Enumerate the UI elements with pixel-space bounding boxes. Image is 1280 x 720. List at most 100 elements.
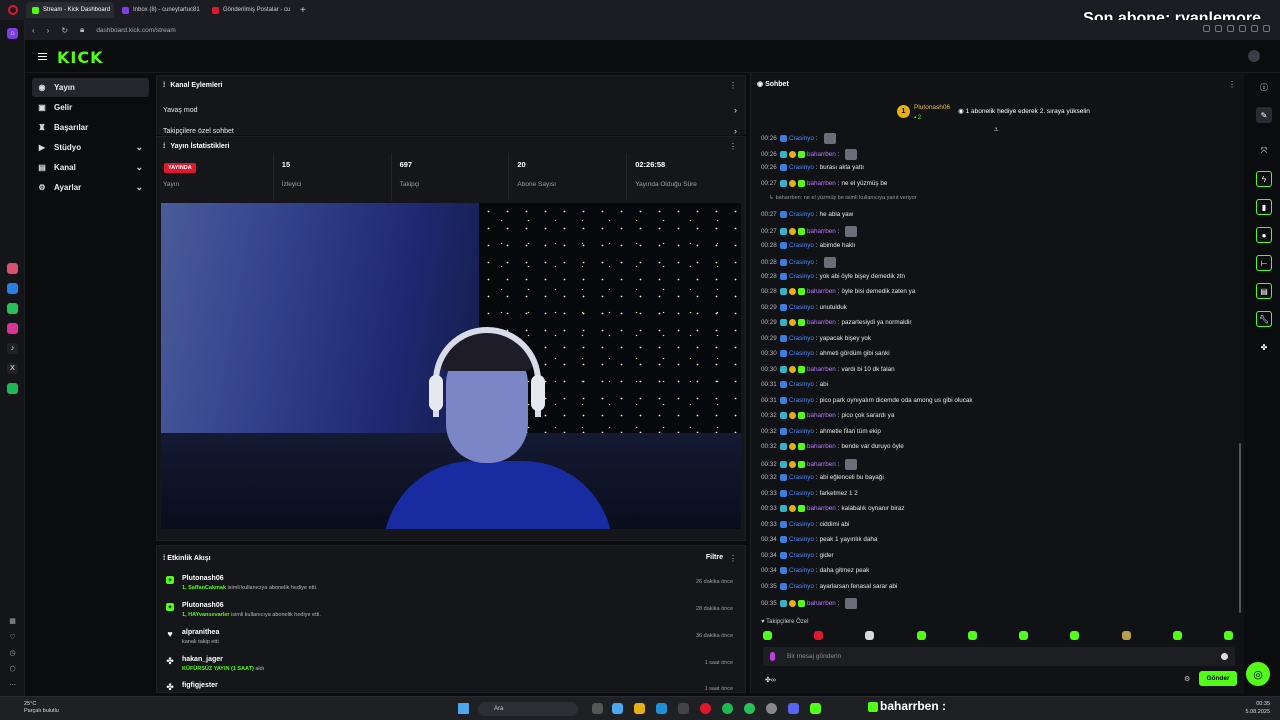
gear-icon[interactable]: ⚙ xyxy=(1184,675,1190,683)
drag-handle-icon[interactable]: ⁞ xyxy=(163,143,165,150)
avatar[interactable] xyxy=(1248,50,1260,62)
instagram-icon[interactable] xyxy=(7,323,18,334)
stream-video-preview[interactable] xyxy=(161,203,741,529)
message-username[interactable]: baharrben xyxy=(807,600,836,607)
emote-icon[interactable] xyxy=(1223,631,1233,640)
sidebar-item-stream[interactable]: ◉ Yayın xyxy=(32,78,149,97)
message-username[interactable]: Crasinyo xyxy=(789,397,814,404)
emote-icon[interactable] xyxy=(1019,631,1029,640)
dumbbell-icon[interactable]: ⊢ xyxy=(1256,255,1272,271)
message-username[interactable]: Crasinyo xyxy=(789,242,814,249)
emote-icon[interactable] xyxy=(1121,631,1131,640)
message-username[interactable]: Crasinyo xyxy=(789,135,814,142)
file-explorer-icon[interactable] xyxy=(634,703,645,714)
sidebar-item-settings[interactable]: ⚙ Ayarlar ⌄ xyxy=(32,178,149,197)
bookmark-icon[interactable] xyxy=(1227,25,1234,32)
drag-handle-icon[interactable]: ⁞ xyxy=(163,82,165,89)
message-username[interactable]: baharrben xyxy=(807,288,836,295)
message-username[interactable]: Crasinyo xyxy=(789,381,814,388)
message-username[interactable]: baharrben xyxy=(807,180,836,187)
chat-fab-button[interactable]: ◎ xyxy=(1246,662,1270,686)
home-icon[interactable]: ⌂ xyxy=(7,28,18,39)
storage-icon[interactable]: ▤ xyxy=(1256,283,1272,299)
message-username[interactable]: baharrben xyxy=(807,151,836,158)
document-icon[interactable]: ▮ xyxy=(1256,199,1272,215)
store-icon[interactable] xyxy=(678,703,689,714)
sidebar-item-studio[interactable]: ▶ Stüdyo ⌄ xyxy=(32,138,149,157)
opera-logo-icon[interactable] xyxy=(8,5,18,15)
browser-tab-kick[interactable]: Stream - Kick Dashboard xyxy=(26,2,114,18)
message-username[interactable]: Crasinyo xyxy=(789,211,814,218)
message-username[interactable]: baharrben xyxy=(807,461,836,468)
slow-mode-row[interactable]: Yavaş mod xyxy=(163,107,198,114)
pinned-leaderboard[interactable]: 1 Plutonash06 ▪ 2 ◉ 1 abonelik hediye ede… xyxy=(897,101,1090,121)
download-icon[interactable] xyxy=(1251,25,1258,32)
reload-icon[interactable]: ↻ xyxy=(61,26,68,35)
info-icon[interactable]: ⓘ xyxy=(1256,79,1272,95)
wrench-icon[interactable]: 🔧︎ xyxy=(1256,311,1272,327)
windows-start-icon[interactable] xyxy=(458,703,469,714)
filter-button[interactable]: Filtre xyxy=(706,554,723,561)
puzzle-icon[interactable]: ✤ xyxy=(1256,339,1272,355)
taskview-icon[interactable] xyxy=(592,703,603,714)
steam-icon[interactable] xyxy=(766,703,777,714)
back-icon[interactable]: ‹ xyxy=(32,26,35,35)
tiktok-icon[interactable]: ♪ xyxy=(7,343,18,354)
x-icon[interactable]: X xyxy=(7,363,18,374)
emote-icon[interactable] xyxy=(763,631,772,640)
more-menu-icon[interactable]: ⋮ xyxy=(729,142,737,151)
taskbar-search[interactable]: Ara xyxy=(478,702,578,716)
message-username[interactable]: Crasinyo xyxy=(789,259,814,266)
more-menu-icon[interactable]: ⋮ xyxy=(729,554,737,563)
send-button[interactable]: Gönder xyxy=(1199,671,1237,686)
message-username[interactable]: Crasinyo xyxy=(789,583,814,590)
message-username[interactable]: Crasinyo xyxy=(789,474,814,481)
emote-icon[interactable] xyxy=(865,631,875,640)
whatsapp-icon[interactable] xyxy=(744,703,755,714)
kick-logo[interactable]: KICK xyxy=(57,48,104,67)
emote-icon[interactable] xyxy=(1070,631,1080,640)
more-menu-icon[interactable]: ⋮ xyxy=(729,81,737,90)
emote-icon[interactable] xyxy=(967,631,977,640)
whatsapp-icon[interactable] xyxy=(7,303,18,314)
aria-icon[interactable] xyxy=(7,263,18,274)
message-username[interactable]: baharrben xyxy=(807,412,836,419)
activity-user[interactable]: Plutonash06 xyxy=(182,602,224,609)
apps-icon[interactable]: ▦ xyxy=(7,615,18,626)
activity-user[interactable]: Plutonash06 xyxy=(182,575,224,582)
edge-icon[interactable] xyxy=(656,703,667,714)
message-username[interactable]: Crasinyo xyxy=(789,536,814,543)
url-field[interactable]: dashboard.kick.com/stream xyxy=(96,27,175,34)
forward-icon[interactable]: › xyxy=(47,26,50,35)
sidebar-item-channel[interactable]: ▤ Kanal ⌄ xyxy=(32,158,149,177)
chat-tools-icon[interactable]: ✤∞ xyxy=(765,676,776,684)
message-username[interactable]: Crasinyo xyxy=(789,552,814,559)
new-tab-button[interactable]: + xyxy=(300,5,306,16)
chevron-right-icon[interactable]: › xyxy=(734,126,737,136)
emote-icon[interactable] xyxy=(916,631,926,640)
history-icon[interactable]: ◷ xyxy=(7,647,18,658)
message-username[interactable]: baharrben xyxy=(807,443,836,450)
message-username[interactable]: Crasinyo xyxy=(789,567,814,574)
emoji-icon[interactable] xyxy=(1221,653,1228,660)
message-username[interactable]: baharrben xyxy=(807,319,836,326)
cube-icon[interactable]: ⬡ xyxy=(7,663,18,674)
emote-icon[interactable] xyxy=(814,631,824,640)
heart-icon[interactable] xyxy=(1239,25,1246,32)
more-menu-icon[interactable]: ⋮ xyxy=(1228,80,1236,89)
lightning-icon[interactable]: ϟ xyxy=(1256,171,1272,187)
camera-icon[interactable] xyxy=(1215,25,1222,32)
kick-icon[interactable] xyxy=(810,703,821,714)
message-username[interactable]: Crasinyo xyxy=(789,521,814,528)
message-username[interactable]: Crasinyo xyxy=(789,428,814,435)
mic-icon[interactable] xyxy=(770,652,775,661)
message-username[interactable]: Crasinyo xyxy=(789,335,814,342)
message-username[interactable]: Crasinyo xyxy=(789,490,814,497)
chevron-right-icon[interactable]: › xyxy=(734,105,737,115)
message-username[interactable]: Crasinyo xyxy=(789,304,814,311)
browser-tab-sent[interactable]: Gönderilmiş Postalar - cu xyxy=(206,2,294,18)
spotify-icon[interactable] xyxy=(722,703,733,714)
edit-icon[interactable]: ✎ xyxy=(1256,107,1272,123)
message-username[interactable]: baharrben xyxy=(807,505,836,512)
browser-tab-inbox[interactable]: Inbox (8) - cuneytartuc81 xyxy=(116,2,204,18)
